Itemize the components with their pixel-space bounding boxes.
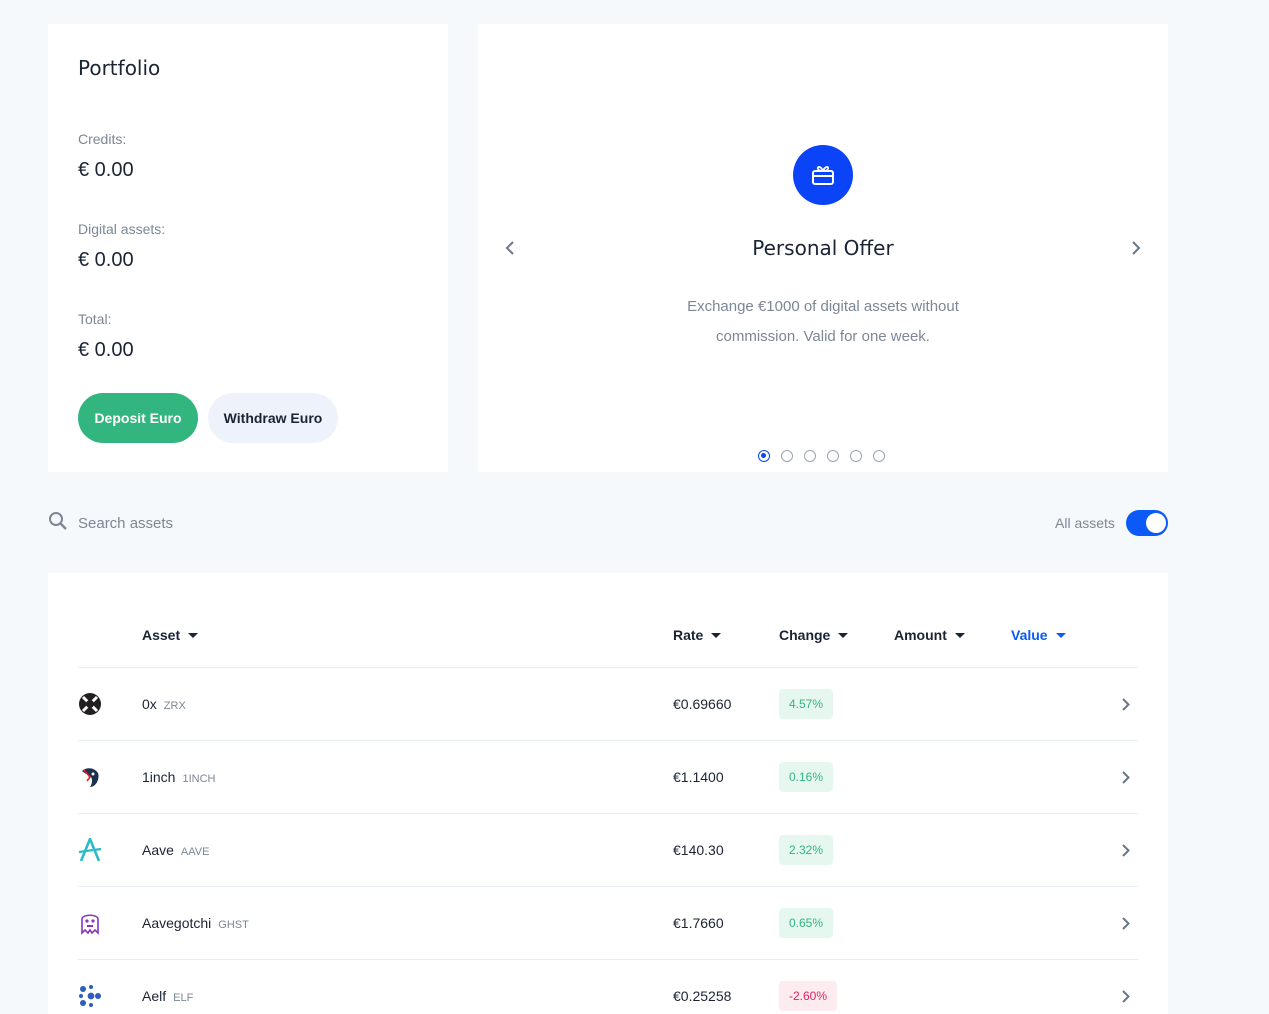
chevron-right-icon[interactable]	[1118, 840, 1134, 860]
asset-name: Aelf	[142, 988, 167, 1004]
asset-symbol: ZRX	[163, 700, 186, 712]
offer-title: Personal Offer	[752, 236, 894, 260]
table-row[interactable]: 0x ZRX €0.69660 4.57%	[78, 668, 1138, 741]
table-header: Asset Rate Change Amount Value	[78, 613, 1138, 668]
digital-assets-label: Digital assets:	[78, 221, 166, 237]
assets-table: Asset Rate Change Amount Value 0x ZRX €0.…	[48, 573, 1168, 1014]
carousel-next-icon[interactable]	[1126, 238, 1146, 258]
sort-asset-header[interactable]: Asset	[142, 627, 199, 643]
sort-caret-icon	[711, 632, 722, 638]
sort-change-header[interactable]: Change	[779, 627, 849, 643]
all-assets-toggle-group: All assets	[1055, 510, 1168, 536]
search-icon	[48, 511, 68, 536]
table-row[interactable]: Aelf ELF €0.25258 -2.60%	[78, 960, 1138, 1014]
aelf-coin-icon	[78, 984, 102, 1008]
asset-change-badge: 4.57%	[779, 689, 834, 719]
deposit-euro-button[interactable]: Deposit Euro	[78, 393, 198, 443]
portfolio-card: Portfolio Credits: € 0.00 Digital assets…	[48, 24, 448, 472]
digital-assets-value: € 0.00	[78, 249, 134, 271]
asset-name: 0x	[142, 696, 157, 712]
asset-change-badge: 0.16%	[779, 762, 834, 792]
search-input[interactable]	[78, 514, 378, 532]
sort-value-header[interactable]: Value	[1011, 627, 1066, 643]
carousel-pagination	[758, 450, 885, 462]
carousel-dot[interactable]	[827, 450, 839, 462]
sort-amount-header[interactable]: Amount	[894, 627, 965, 643]
asset-rate: €0.25258	[673, 988, 732, 1004]
credits-label: Credits:	[78, 131, 127, 147]
asset-symbol: 1INCH	[182, 773, 216, 785]
credits-value: € 0.00	[78, 159, 134, 181]
asset-symbol: ELF	[173, 992, 194, 1004]
asset-name: Aavegotchi	[142, 915, 212, 931]
chevron-right-icon[interactable]	[1118, 986, 1134, 1006]
search-bar	[48, 508, 448, 538]
offer-description: Exchange €1000 of digital assets without…	[687, 298, 959, 345]
sort-caret-icon	[188, 632, 199, 638]
1inch-coin-icon	[78, 765, 102, 789]
chevron-right-icon[interactable]	[1118, 694, 1134, 714]
withdraw-euro-button[interactable]: Withdraw Euro	[208, 393, 338, 443]
asset-rate: €1.1400	[673, 769, 724, 785]
sort-rate-header[interactable]: Rate	[673, 627, 722, 643]
aavegotchi-coin-icon	[78, 911, 102, 935]
zrx-coin-icon	[78, 692, 102, 716]
chevron-right-icon[interactable]	[1118, 767, 1134, 787]
asset-change-badge: -2.60%	[779, 981, 838, 1011]
total-value: € 0.00	[78, 339, 134, 361]
asset-rate: €0.69660	[673, 696, 732, 712]
asset-symbol: GHST	[218, 919, 249, 931]
asset-name: 1inch	[142, 769, 176, 785]
portfolio-title: Portfolio	[78, 56, 161, 80]
sort-caret-icon	[838, 632, 849, 638]
asset-rate: €140.30	[673, 842, 724, 858]
all-assets-toggle[interactable]	[1125, 510, 1168, 536]
gift-card-icon	[793, 145, 853, 205]
carousel-dot[interactable]	[804, 450, 816, 462]
carousel-dot[interactable]	[758, 450, 770, 462]
asset-name: Aave	[142, 842, 174, 858]
table-row[interactable]: Aavegotchi GHST €1.7660 0.65%	[78, 887, 1138, 960]
carousel-dot[interactable]	[781, 450, 793, 462]
aave-coin-icon	[78, 835, 102, 862]
sort-caret-icon	[954, 632, 965, 638]
all-assets-label: All assets	[1055, 515, 1115, 531]
table-row[interactable]: Aave AAVE €140.30 2.32%	[78, 814, 1138, 887]
offer-carousel: Personal Offer Exchange €1000 of digital…	[478, 24, 1168, 472]
asset-rate: €1.7660	[673, 915, 724, 931]
carousel-dot[interactable]	[873, 450, 885, 462]
asset-change-badge: 2.32%	[779, 835, 834, 865]
asset-change-badge: 0.65%	[779, 908, 834, 938]
table-row[interactable]: 1inch 1INCH €1.1400 0.16%	[78, 741, 1138, 814]
sort-caret-icon	[1055, 632, 1066, 638]
carousel-dot[interactable]	[850, 450, 862, 462]
total-label: Total:	[78, 311, 112, 327]
chevron-right-icon[interactable]	[1118, 913, 1134, 933]
asset-symbol: AAVE	[180, 846, 210, 858]
